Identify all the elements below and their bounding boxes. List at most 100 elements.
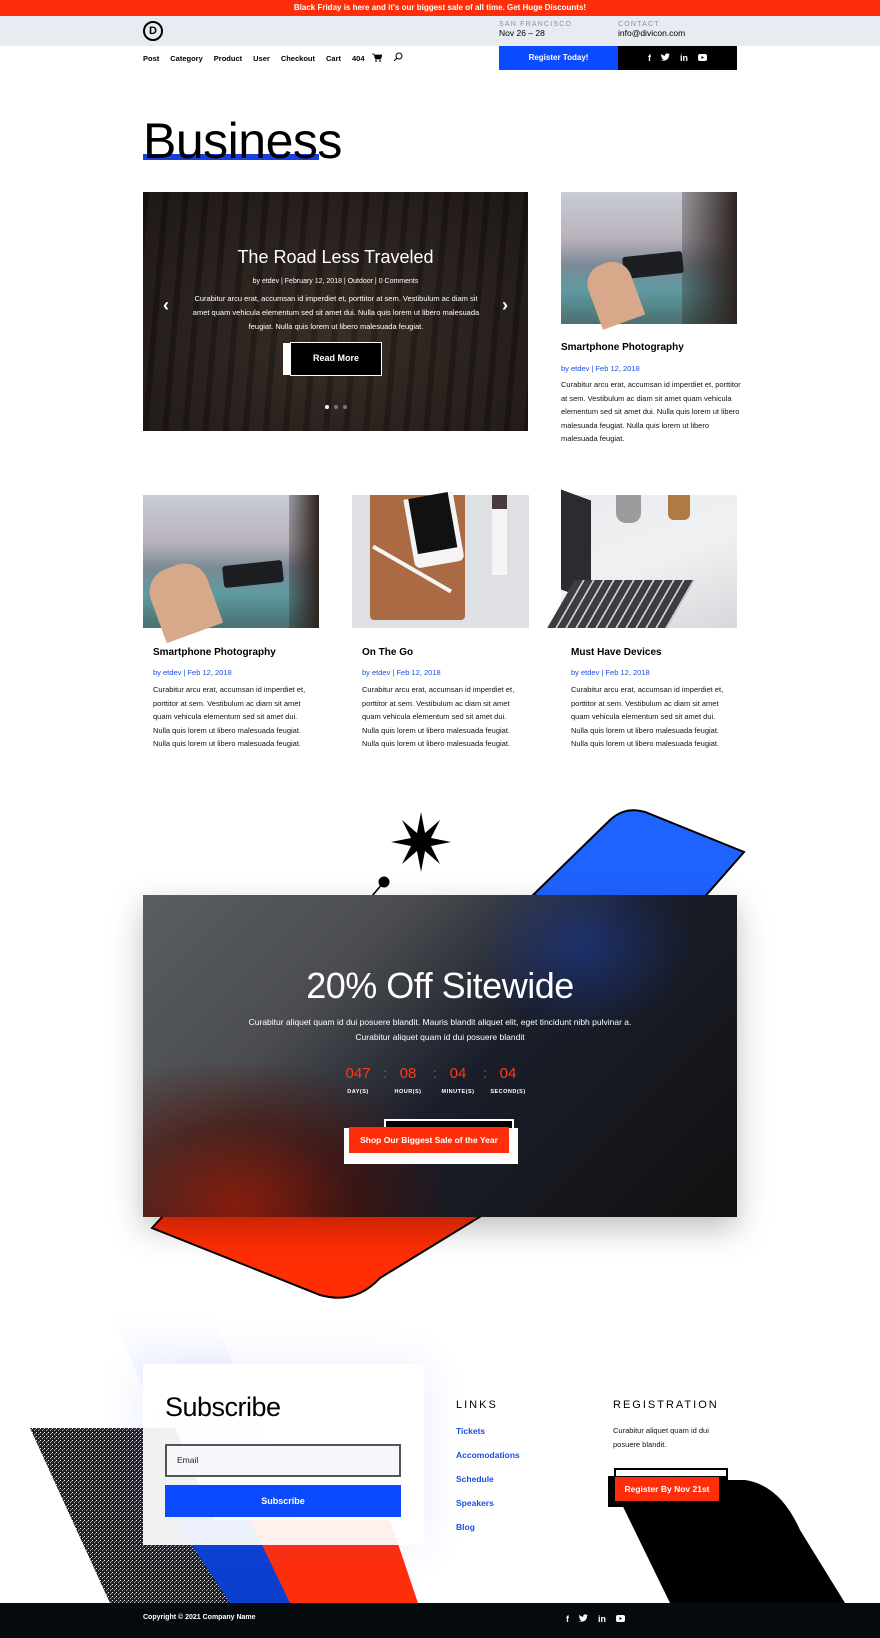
email-input[interactable]: Email [165,1444,401,1477]
post-title[interactable]: Must Have Devices [571,647,662,658]
nav-product[interactable]: Product [214,54,242,63]
countdown-label: HOUR(S) [394,1089,422,1095]
location-value: Nov 26 – 28 [499,28,545,38]
nav-404[interactable]: 404 [352,54,365,63]
cart-icon[interactable] [371,53,383,64]
registration-heading: REGISTRATION [613,1399,719,1411]
location-info: SAN FRANCISCO Nov 26 – 28 [499,21,572,38]
image-detail [547,580,695,628]
countdown-label: DAY(S) [347,1089,369,1095]
slide-excerpt: Curabitur arcu erat, accumsan id imperdi… [192,294,480,331]
nav-user[interactable]: User [253,54,270,63]
post-image-smartphone[interactable] [142,495,319,644]
slide-title[interactable]: The Road Less Traveled [143,247,528,268]
post-excerpt: Curabitur arcu erat, accumsan id imperdi… [362,685,515,748]
subscribe-button[interactable]: Subscribe [165,1485,401,1517]
post-meta[interactable]: by etdev | Feb 12, 2018 [571,668,650,677]
youtube-icon[interactable] [616,1614,625,1624]
top-info-bar [0,16,880,46]
nav-checkout[interactable]: Checkout [281,54,315,63]
contact-email[interactable]: info@divicon.com [618,28,685,38]
countdown-value: 08 [399,1065,417,1082]
subscribe-card: Subscribe Email Subscribe [143,1364,424,1545]
register-today-button[interactable]: Register Today! [499,46,618,70]
linkedin-icon[interactable]: in [680,53,688,63]
post-excerpt: Curabitur arcu erat, accumsan id imperdi… [153,685,306,748]
links-heading: LINKS [456,1399,498,1411]
countdown-value: 04 [449,1065,467,1082]
featured-slider: The Road Less Traveled by etdev | Februa… [143,192,528,431]
image-detail [616,495,641,523]
read-more-button[interactable]: Read More [290,342,382,376]
contact-label: CONTACT [618,21,660,28]
sale-title: 20% Off Sitewide [306,965,574,1006]
countdown-label: MINUTE(S) [441,1089,475,1095]
twitter-icon[interactable] [661,53,670,63]
facebook-icon[interactable]: f [566,1614,569,1624]
countdown-hours: 08 HOUR(S) [383,1065,433,1095]
image-detail [289,495,319,628]
register-by-button[interactable]: Register By Nov 21st [615,1477,719,1501]
footer-link-accomodations[interactable]: Accomodations [456,1450,520,1460]
post-title[interactable]: On The Go [362,647,413,658]
logo[interactable]: D [143,21,163,41]
subscribe-title: Subscribe [165,1392,281,1422]
main-nav: Post Category Product User Checkout Cart… [143,52,403,64]
footer-link-tickets[interactable]: Tickets [456,1426,485,1436]
featured-post-excerpt: Curabitur arcu erat, accumsan id imperdi… [561,380,741,443]
sale-section: 20% Off Sitewide Curabitur aliquet quam … [143,895,737,1217]
nav-category[interactable]: Category [170,54,203,63]
copyright: Copyright © 2021 Company Name [143,1614,256,1621]
post-image-tablet[interactable] [352,491,529,628]
image-detail [222,559,284,589]
slider-dot[interactable] [343,405,347,409]
footer-social-links: f in [566,1614,625,1624]
search-icon[interactable] [393,52,403,64]
countdown-value: 04 [499,1065,517,1082]
star-icon [391,812,451,872]
post-meta[interactable]: by etdev | Feb 12, 2018 [362,668,441,677]
slide-meta: by etdev | February 12, 2018 | Outdoor |… [252,278,419,285]
registration-text: Curabitur aliquet quam id dui posuere bl… [613,1426,709,1449]
twitter-icon[interactable] [579,1614,588,1624]
slider-dot[interactable] [334,405,338,409]
image-detail [682,192,737,324]
site-footer: Copyright © 2021 Company Name f in [0,1603,880,1638]
slider-prev-arrow[interactable]: ‹ [163,295,169,316]
image-detail [142,556,224,644]
slider-dot[interactable] [325,405,329,409]
sale-description: Curabitur aliquet quam id dui posuere bl… [248,1017,632,1042]
facebook-icon[interactable]: f [648,53,651,63]
contact-info: CONTACT info@divicon.com [618,21,685,38]
slider-next-arrow[interactable]: › [502,295,508,316]
post-meta[interactable]: by etdev | Feb 12, 2018 [153,668,232,677]
post-title[interactable]: Smartphone Photography [153,647,276,658]
header-social-links: f in [618,46,737,70]
footer-link-schedule[interactable]: Schedule [456,1474,494,1484]
youtube-icon[interactable] [698,53,707,63]
location-label: SAN FRANCISCO [499,21,573,28]
shop-sale-button[interactable]: Shop Our Biggest Sale of the Year [349,1127,509,1153]
image-detail [492,495,507,575]
countdown-days: 047 DAY(S) [333,1065,383,1095]
footer-decor [30,1310,845,1603]
image-detail [622,250,684,280]
nav-cart[interactable]: Cart [326,54,341,63]
footer-link-blog[interactable]: Blog [456,1522,475,1532]
featured-post-meta[interactable]: by etdev | Feb 12, 2018 [561,364,640,373]
post-image-smartphone[interactable] [561,192,737,330]
footer-link-speakers[interactable]: Speakers [456,1498,494,1508]
post-image-laptop[interactable] [547,489,737,628]
nav-post[interactable]: Post [143,54,159,63]
countdown-seconds: 04 SECOND(S) [483,1065,533,1095]
featured-post-title[interactable]: Smartphone Photography [561,342,684,353]
countdown-timer: 047 DAY(S) : 08 HOUR(S) : 04 MINUTE(S) : 04… [333,1065,533,1095]
linkedin-icon[interactable]: in [598,1614,606,1624]
countdown-label: SECOND(S) [490,1089,526,1095]
post-excerpt: Curabitur arcu erat, accumsan id imperdi… [571,685,724,748]
page-title: Business [143,113,342,169]
countdown-minutes: 04 MINUTE(S) [433,1065,483,1095]
promo-banner: Black Friday is here and it's our bigges… [0,0,880,16]
countdown-value: 047 [345,1065,371,1082]
slider-dots [325,405,347,409]
